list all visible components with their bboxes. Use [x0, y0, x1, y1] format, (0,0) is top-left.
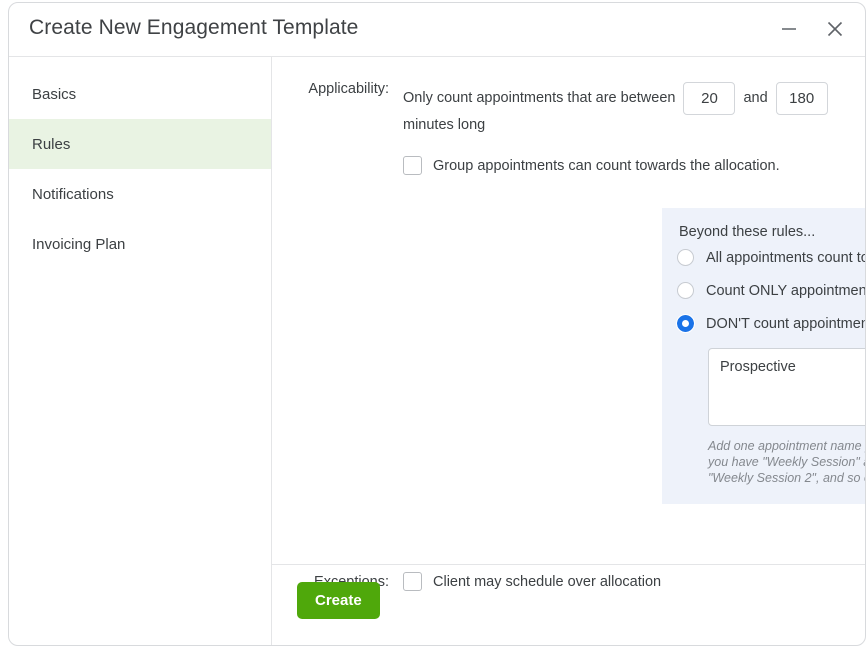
duration-rule-line: Only count appointments that are between…	[403, 82, 865, 115]
group-appointments-label: Group appointments can count towards the…	[433, 157, 780, 174]
dialog-window: Create New Engagement Template Basics Ru…	[8, 2, 866, 646]
group-appointments-checkbox-row: Group appointments can count towards the…	[403, 156, 865, 175]
dialog-footer: Create	[272, 564, 865, 645]
rules-panel-content: Applicability: Only count appointments t…	[272, 56, 865, 645]
radio-row-dont-count[interactable]: DON'T count appointments with names like…	[662, 314, 865, 333]
create-button[interactable]: Create	[297, 582, 380, 619]
window-controls	[775, 15, 849, 43]
duration-text-before: Only count appointments that are between	[403, 90, 676, 106]
minimize-button[interactable]	[775, 15, 803, 43]
duration-text-after: minutes long	[403, 117, 486, 133]
radio-count-only[interactable]	[677, 282, 694, 299]
names-textarea-wrap: Add one appointment name per line. Parti…	[662, 348, 865, 486]
max-duration-input[interactable]	[775, 82, 828, 115]
dialog-titlebar: Create New Engagement Template	[9, 3, 865, 56]
group-appointments-checkbox[interactable]	[403, 156, 422, 175]
beyond-rules-title: Beyond these rules...	[679, 224, 816, 240]
sidebar-item-invoicing-plan[interactable]: Invoicing Plan	[9, 219, 271, 269]
applicability-label: Applicability:	[308, 81, 389, 97]
sidebar-item-rules[interactable]: Rules	[9, 119, 271, 169]
dialog-title: Create New Engagement Template	[29, 16, 359, 39]
applicability-row: Applicability: Only count appointments t…	[272, 57, 865, 175]
sidebar-item-label: Rules	[32, 135, 71, 153]
sidebar-item-notifications[interactable]: Notifications	[9, 169, 271, 219]
min-duration-input[interactable]	[683, 82, 736, 115]
radio-label-count-only: Count ONLY appointments with names like:	[706, 282, 866, 299]
radio-label-all-appointments: All appointments count towards the alloc…	[706, 249, 865, 266]
appointment-names-textarea[interactable]	[708, 348, 865, 426]
sidebar-item-label: Basics	[32, 85, 77, 103]
sidebar-item-label: Notifications	[32, 185, 114, 203]
and-label: and	[743, 90, 768, 106]
radio-label-dont-count: DON'T count appointments with names like…	[706, 315, 865, 332]
sidebar: Basics Rules Notifications Invoicing Pla…	[9, 56, 272, 645]
radio-row-count-only[interactable]: Count ONLY appointments with names like:	[662, 282, 866, 299]
close-button[interactable]	[821, 15, 849, 43]
radio-dont-count[interactable]	[676, 314, 695, 333]
radio-row-all-appointments[interactable]: All appointments count towards the alloc…	[662, 249, 865, 266]
applicability-body: Only count appointments that are between…	[403, 81, 865, 175]
sidebar-item-basics[interactable]: Basics	[9, 69, 271, 119]
dialog-body: Basics Rules Notifications Invoicing Pla…	[9, 56, 865, 645]
radio-all-appointments[interactable]	[677, 249, 694, 266]
beyond-rules-panel: Beyond these rules... All appointments c…	[662, 208, 866, 504]
names-hint-text: Add one appointment name per line. Parti…	[708, 439, 865, 485]
close-icon	[827, 21, 843, 37]
sidebar-item-label: Invoicing Plan	[32, 235, 126, 253]
minimize-icon	[782, 28, 796, 30]
